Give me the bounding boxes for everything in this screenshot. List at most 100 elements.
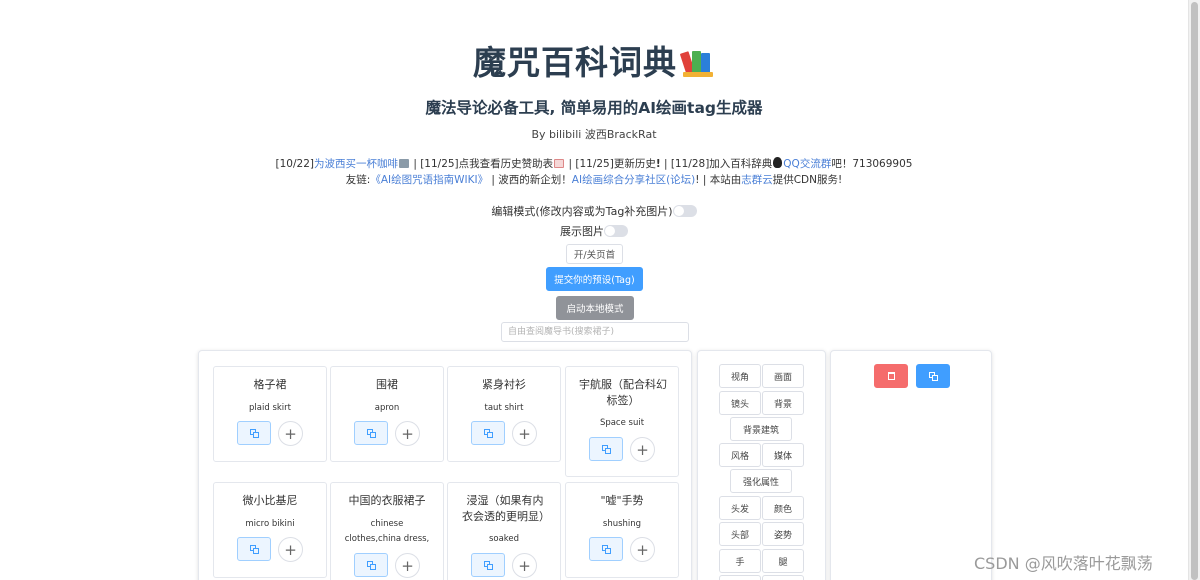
- plus-icon: +: [636, 540, 649, 559]
- category-button[interactable]: 背景: [762, 391, 804, 415]
- cdn-link[interactable]: 志群云: [741, 174, 773, 186]
- category-button[interactable]: 强化属性: [730, 469, 792, 493]
- page-subtitle: 魔法导论必备工具, 简单易用的AI绘画tag生成器: [425, 99, 763, 117]
- copy-icon: [366, 560, 376, 570]
- tag-en-name: chinese clothes,china dress,: [344, 519, 430, 544]
- category-button[interactable]: 手: [719, 549, 761, 573]
- coffee-link[interactable]: 为波西买一杯咖啡: [314, 158, 398, 170]
- search-input[interactable]: [501, 322, 689, 342]
- tag-cn-name: 宇航服（配合科幻标签）: [579, 378, 667, 407]
- tag-en-name: apron: [374, 403, 400, 413]
- tag-card: 围裙 apron +: [330, 366, 444, 462]
- plus-icon: +: [401, 424, 414, 443]
- tag-cn-name: 紧身衬衫: [482, 378, 526, 391]
- add-tag-button[interactable]: +: [278, 421, 303, 446]
- show-images-label: 展示图片: [560, 225, 604, 238]
- category-button[interactable]: 头发: [719, 496, 761, 520]
- csdn-watermark: CSDN @风吹落叶花飘荡: [974, 554, 1153, 573]
- show-images-row: 展示图片: [0, 223, 1188, 239]
- copy-all-button[interactable]: [916, 364, 950, 388]
- local-mode-button[interactable]: 启动本地模式: [556, 296, 634, 320]
- category-button[interactable]: 风格: [719, 443, 761, 467]
- tag-en-name: shushing: [602, 519, 642, 529]
- tag-cn-name: "嘘"手势: [600, 494, 644, 507]
- tag-cn-name: 围裙: [376, 378, 398, 391]
- copy-button[interactable]: [589, 437, 623, 461]
- copy-icon: [601, 444, 611, 454]
- tag-cn-name: 中国的衣服裙子: [348, 494, 426, 507]
- plus-icon: +: [636, 440, 649, 459]
- category-button[interactable]: 颜色: [762, 496, 804, 520]
- scrollbar-thumb[interactable]: [1191, 2, 1198, 580]
- copy-icon: [928, 371, 938, 381]
- edit-mode-row: 编辑模式(修改内容或为Tag补充图片): [0, 203, 1188, 219]
- tag-en-name: taut shirt: [484, 403, 524, 413]
- plus-icon: +: [518, 556, 531, 575]
- copy-icon: [249, 544, 259, 554]
- category-button[interactable]: 媒体: [762, 443, 804, 467]
- category-button[interactable]: 画面: [762, 364, 804, 388]
- plus-icon: +: [401, 556, 414, 575]
- books-icon: [679, 47, 715, 77]
- add-tag-button[interactable]: +: [395, 421, 420, 446]
- add-tag-button[interactable]: +: [630, 537, 655, 562]
- submit-preset-button[interactable]: 提交你的预设(Tag): [546, 267, 643, 291]
- coffee-icon: [398, 159, 409, 168]
- qq-penguin-icon: [773, 157, 783, 168]
- add-tag-button[interactable]: +: [630, 437, 655, 462]
- copy-button[interactable]: [589, 537, 623, 561]
- wiki-link[interactable]: 《AI绘图咒语指南WIKI》: [370, 174, 488, 186]
- copy-button[interactable]: [471, 553, 505, 577]
- copy-icon: [249, 428, 259, 438]
- tag-card-panel: 格子裙 plaid skirt + 围裙 apron + 紧身衬衫 taut s…: [198, 350, 692, 580]
- news-line-1: [10/22]为波西买一杯咖啡 | [11/25]点我查看历史赞助表 | [11…: [275, 157, 913, 170]
- category-button[interactable]: [719, 575, 761, 580]
- tag-en-name: plaid skirt: [249, 403, 291, 413]
- tag-cn-name: 浸湿（如果有内衣会透的更明显）: [462, 494, 550, 523]
- copy-icon: [366, 428, 376, 438]
- plus-icon: +: [284, 424, 297, 443]
- category-button[interactable]: 姿势: [762, 522, 804, 546]
- tag-card: 浸湿（如果有内衣会透的更明显） soaked +: [447, 482, 561, 580]
- add-tag-button[interactable]: +: [395, 553, 420, 578]
- clear-button[interactable]: [874, 364, 908, 388]
- category-button[interactable]: 背景建筑: [730, 417, 792, 441]
- show-images-switch[interactable]: [604, 225, 628, 237]
- copy-button[interactable]: [471, 421, 505, 445]
- tag-card: "嘘"手势 shushing +: [565, 482, 679, 578]
- selected-tags-panel: [830, 350, 992, 580]
- news-line-2: 友链:《AI绘图咒语指南WIKI》 | 波西的新企划！AI绘画综合分享社区(论坛…: [345, 174, 843, 186]
- edit-mode-switch[interactable]: [672, 205, 697, 217]
- copy-button[interactable]: [354, 421, 388, 445]
- category-button[interactable]: 头部: [719, 522, 761, 546]
- tag-card: 微小比基尼 micro bikini +: [213, 482, 327, 578]
- tag-en-name: micro bikini: [245, 519, 295, 529]
- forum-link[interactable]: AI绘画综合分享社区(论坛): [572, 174, 695, 186]
- toggle-header-button[interactable]: 开/关页首: [566, 244, 623, 264]
- trash-icon: [887, 372, 895, 380]
- page-title-text: 魔咒百科词典: [473, 43, 677, 82]
- author-credit: By bilibili 波西BrackRat: [531, 128, 657, 141]
- copy-button[interactable]: [237, 421, 271, 445]
- add-tag-button[interactable]: +: [278, 537, 303, 562]
- category-button[interactable]: 镜头: [719, 391, 761, 415]
- qq-group-link[interactable]: QQ交流群: [783, 158, 831, 170]
- page-scrollbar[interactable]: [1188, 0, 1200, 580]
- category-button[interactable]: 腿: [762, 549, 804, 573]
- add-tag-button[interactable]: +: [512, 553, 537, 578]
- category-button[interactable]: 视角: [719, 364, 761, 388]
- category-button[interactable]: [762, 575, 804, 580]
- copy-button[interactable]: [354, 553, 388, 577]
- add-tag-button[interactable]: +: [512, 421, 537, 446]
- copy-button[interactable]: [237, 537, 271, 561]
- plus-icon: +: [518, 424, 531, 443]
- tag-cn-name: 格子裙: [253, 378, 287, 391]
- edit-mode-label: 编辑模式(修改内容或为Tag补充图片): [491, 205, 673, 218]
- copy-icon: [483, 428, 493, 438]
- category-panel: 视角 画面 镜头 背景 背景建筑 风格 媒体 强化属性 头发 颜色 头部 姿势 …: [697, 350, 826, 580]
- document-icon: [554, 159, 565, 168]
- copy-icon: [483, 560, 493, 570]
- page-title: 魔咒百科词典: [0, 36, 1188, 84]
- plus-icon: +: [284, 540, 297, 559]
- tag-card: 宇航服（配合科幻标签） Space suit +: [565, 366, 679, 477]
